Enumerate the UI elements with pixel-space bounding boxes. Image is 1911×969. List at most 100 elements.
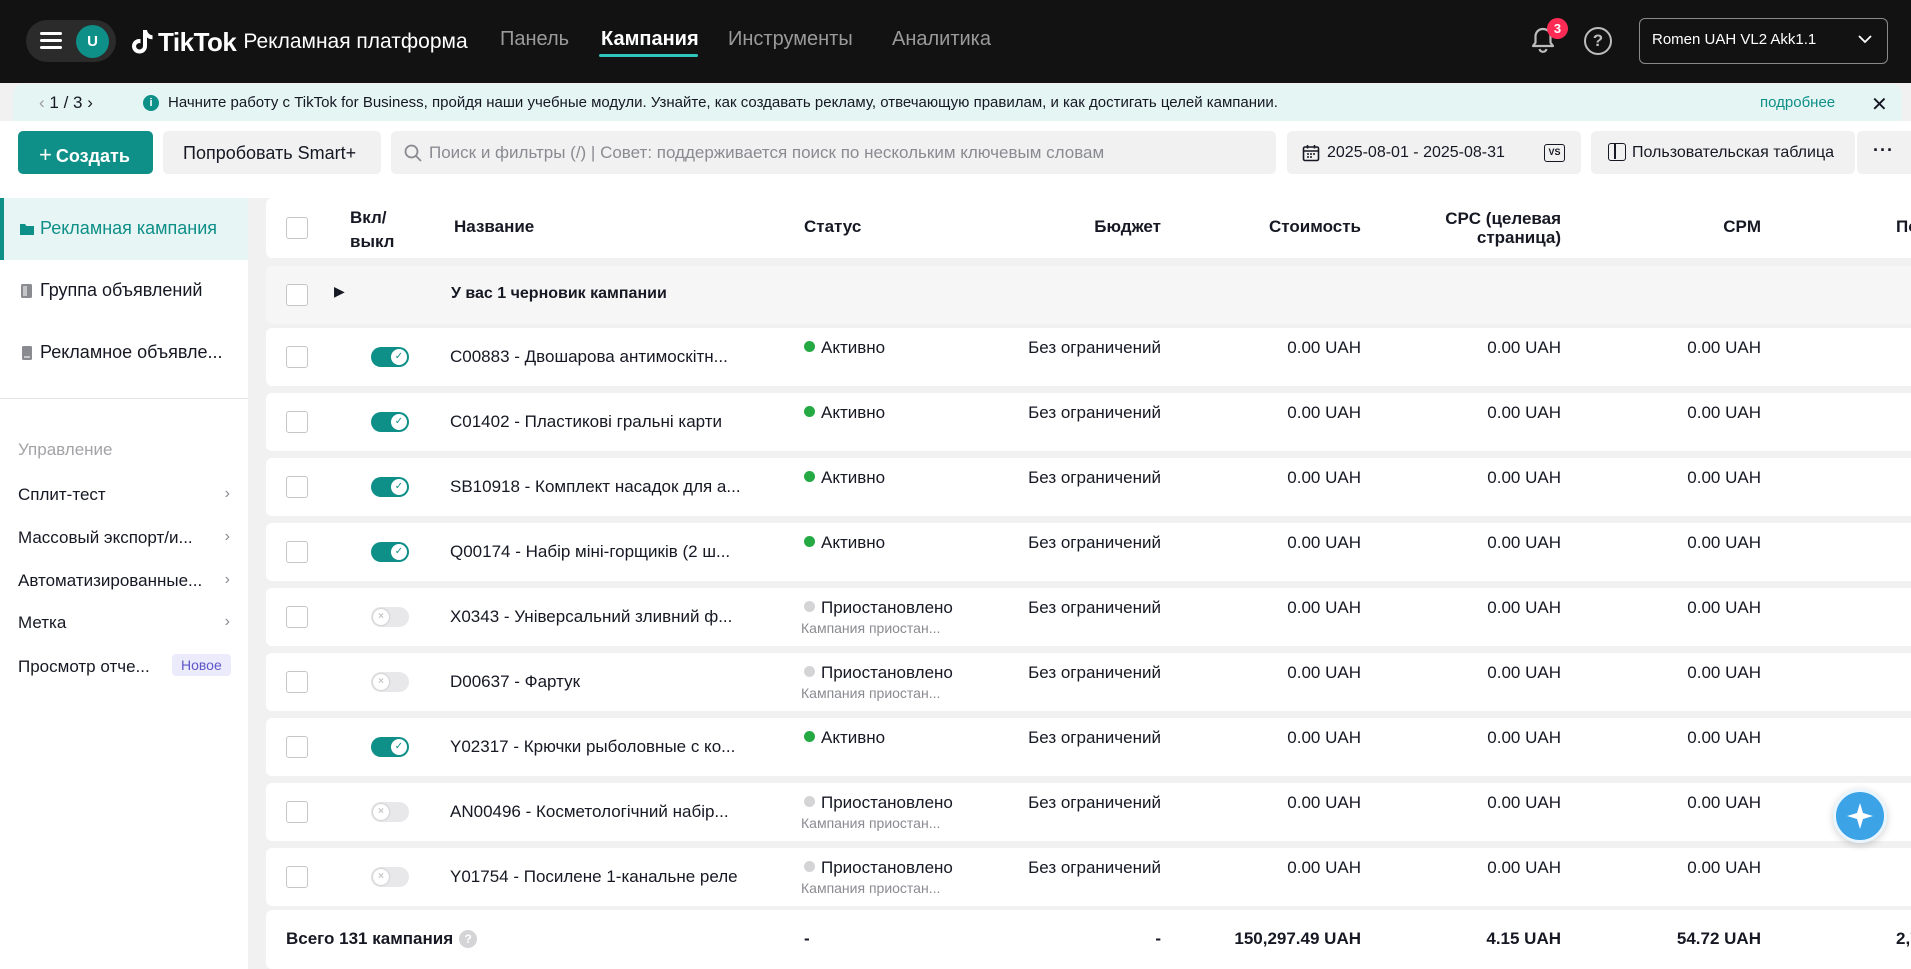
row-checkbox[interactable] xyxy=(286,736,308,758)
campaign-toggle[interactable]: × xyxy=(371,802,409,822)
date-range-value: 2025-08-01 - 2025-08-31 xyxy=(1327,144,1505,161)
select-all-checkbox[interactable] xyxy=(286,217,308,239)
try-smart-plus-button[interactable]: Попробовать Smart+ xyxy=(163,131,381,174)
campaign-name-link[interactable]: Y01754 - Посилене 1-канальне реле xyxy=(450,867,738,887)
banner-more-link[interactable]: подробнее xyxy=(1760,94,1835,111)
sidebar-item-automated-rules[interactable]: Автоматизированные... › xyxy=(18,571,230,591)
caret-right-icon[interactable]: ▶ xyxy=(334,283,345,300)
column-header-next[interactable]: По xyxy=(1896,217,1911,237)
campaign-toggle[interactable]: ✓ xyxy=(371,347,409,367)
table-row[interactable]: × AN00496 - Косметологічний набір... Приос… xyxy=(266,783,1911,841)
assistant-button[interactable] xyxy=(1833,789,1887,843)
table-row[interactable]: ✓ Y02317 - Крючки рыболовные с ко... Актив… xyxy=(266,718,1911,776)
create-button[interactable]: + Создать xyxy=(18,131,153,174)
column-header-budget[interactable]: Бюджет xyxy=(1026,217,1161,237)
row-checkbox[interactable] xyxy=(286,284,308,306)
table-row[interactable]: ✓ C00883 - Двошарова антимоскітн... Активн… xyxy=(266,328,1911,386)
date-range-picker[interactable]: 2025-08-01 - 2025-08-31 VS xyxy=(1287,131,1581,174)
campaign-toggle[interactable]: ✓ xyxy=(371,412,409,432)
sidebar-item-reports[interactable]: Просмотр отче... Новое xyxy=(18,654,231,677)
row-checkbox[interactable] xyxy=(286,541,308,563)
row-checkbox[interactable] xyxy=(286,671,308,693)
column-header-cost[interactable]: Стоимость xyxy=(1221,217,1361,237)
sidebar-item-label: Автоматизированные... xyxy=(18,571,203,590)
sidebar-item-adgroup[interactable]: Группа объявлений xyxy=(0,260,248,322)
campaign-name-link[interactable]: C00883 - Двошарова антимоскітн... xyxy=(450,347,728,367)
table-row[interactable]: ✓ Q00174 - Набір міні-горщиків (2 ш... Акт… xyxy=(266,523,1911,581)
column-header-status[interactable]: Статус xyxy=(804,217,861,237)
status-text: Приостановлено xyxy=(821,663,953,682)
chevron-right-icon: › xyxy=(224,485,230,502)
cpc-cell: 0.00 UAH xyxy=(1487,793,1561,812)
column-header-name[interactable]: Название xyxy=(454,217,534,237)
row-checkbox[interactable] xyxy=(286,346,308,368)
table-row[interactable]: ✓ SB10918 - Комплект насадок для а... Акти… xyxy=(266,458,1911,516)
tiktok-logo[interactable]: TikTok Рекламная платформа xyxy=(130,22,468,62)
sparkle-icon xyxy=(1847,803,1873,829)
nav-analytics[interactable]: Аналитика xyxy=(892,28,991,51)
draft-notice-row[interactable]: ▶ У вас 1 черновик кампании xyxy=(266,266,1911,324)
column-header-cpc[interactable]: CPC (целевая страница) xyxy=(1406,209,1561,247)
campaign-toggle[interactable]: ✓ xyxy=(371,737,409,757)
row-checkbox[interactable] xyxy=(286,866,308,888)
pager-prev-icon[interactable]: ‹ xyxy=(39,93,49,112)
avatar[interactable]: U xyxy=(76,25,109,58)
sidebar-item-label-tags[interactable]: Метка › xyxy=(18,613,230,633)
campaign-name-link[interactable]: AN00496 - Косметологічний набір... xyxy=(450,802,729,822)
more-options-button[interactable]: ··· xyxy=(1857,131,1911,174)
status-subtext: Кампания приостан... xyxy=(801,815,941,831)
cost-cell: 0.00 UAH xyxy=(1287,728,1361,747)
row-checkbox[interactable] xyxy=(286,801,308,823)
table-row[interactable]: × X0343 - Універсальний зливний ф... Приос… xyxy=(266,588,1911,646)
chevron-right-icon: › xyxy=(224,528,230,545)
row-checkbox[interactable] xyxy=(286,606,308,628)
nav-tools[interactable]: Инструменты xyxy=(728,28,853,51)
nav-campaign[interactable]: Кампания xyxy=(601,28,699,51)
status-cell: Активно xyxy=(804,533,885,553)
table-row[interactable]: ✓ C01402 - Пластикові гральні карти Активн… xyxy=(266,393,1911,451)
campaign-name-link[interactable]: C01402 - Пластикові гральні карти xyxy=(450,412,722,432)
column-header-cpm[interactable]: CPM xyxy=(1601,217,1761,237)
campaign-name-link[interactable]: D00637 - Фартук xyxy=(450,672,580,692)
column-header-toggle[interactable]: Вкл/ выкл xyxy=(350,206,410,254)
row-checkbox[interactable] xyxy=(286,411,308,433)
sidebar-item-split-test[interactable]: Сплит-тест › xyxy=(18,485,230,505)
budget-cell: Без ограничений xyxy=(1028,728,1161,747)
menu-toggle[interactable]: U xyxy=(26,20,116,62)
help-icon[interactable]: ? xyxy=(1584,27,1612,55)
compare-toggle[interactable]: VS xyxy=(1544,144,1565,162)
pager-next-icon[interactable]: › xyxy=(82,93,93,112)
campaign-name-link[interactable]: SB10918 - Комплект насадок для а... xyxy=(450,477,741,497)
table-row[interactable]: × Y01754 - Посилене 1-канальне реле Приост… xyxy=(266,848,1911,906)
check-icon: ✓ xyxy=(391,414,407,430)
cpm-cell: 0.00 UAH xyxy=(1687,403,1761,422)
status-cell: Активно xyxy=(804,468,885,488)
sidebar-item-bulk-export[interactable]: Массовый экспорт/и... › xyxy=(18,528,230,548)
status-text: Активно xyxy=(821,338,886,357)
search-bar[interactable] xyxy=(391,131,1276,174)
account-selector[interactable]: Romen UAH VL2 Akk1.1 xyxy=(1639,18,1888,64)
sidebar-item-ad[interactable]: Рекламное объявле... xyxy=(0,322,248,384)
campaign-name-link[interactable]: Y02317 - Крючки рыболовные с ко... xyxy=(450,737,735,757)
status-dot xyxy=(804,406,815,417)
close-icon[interactable]: ✕ xyxy=(1871,92,1888,117)
sidebar-item-campaign[interactable]: Рекламная кампания xyxy=(0,198,248,260)
campaign-toggle[interactable]: ✓ xyxy=(371,542,409,562)
x-icon: × xyxy=(373,609,389,625)
campaign-toggle[interactable]: × xyxy=(371,607,409,627)
help-icon[interactable]: ? xyxy=(459,930,478,948)
campaign-toggle[interactable]: × xyxy=(371,867,409,887)
chevron-down-icon xyxy=(1858,35,1872,44)
campaign-toggle[interactable]: ✓ xyxy=(371,477,409,497)
campaign-name-link[interactable]: Q00174 - Набір міні-горщиків (2 ш... xyxy=(450,542,730,562)
campaign-toggle[interactable]: × xyxy=(371,672,409,692)
custom-table-button[interactable]: Пользовательская таблица xyxy=(1591,131,1855,174)
hamburger-icon[interactable] xyxy=(40,32,62,50)
check-icon: ✓ xyxy=(391,544,407,560)
table-row[interactable]: × D00637 - Фартук Приостановлено Кампания п… xyxy=(266,653,1911,711)
search-input[interactable] xyxy=(429,131,1269,174)
totals-cpc: 4.15 UAH xyxy=(1486,929,1561,948)
row-checkbox[interactable] xyxy=(286,476,308,498)
nav-dashboard[interactable]: Панель xyxy=(500,28,569,51)
campaign-name-link[interactable]: X0343 - Універсальний зливний ф... xyxy=(450,607,732,627)
